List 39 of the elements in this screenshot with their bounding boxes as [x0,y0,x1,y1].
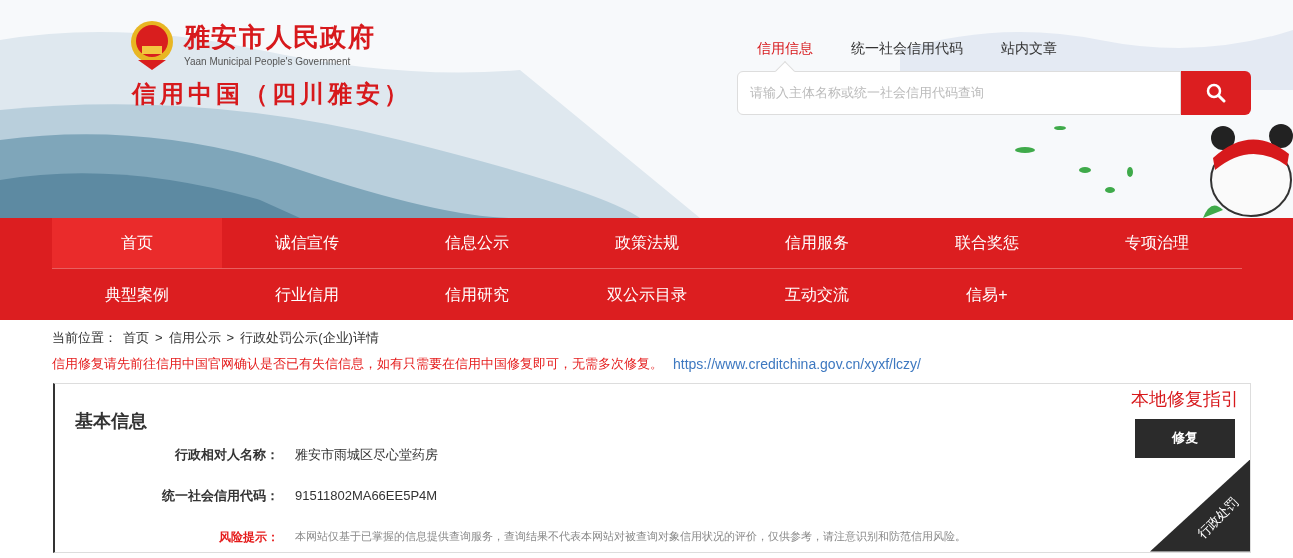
site-subtitle: Yaan Municipal People's Government [184,54,352,69]
breadcrumb-label: 当前位置： [52,329,117,347]
breadcrumb-link[interactable]: 首页 [123,328,149,348]
search-tab[interactable]: 站内文章 [1001,38,1057,71]
repair-button[interactable]: 修复 [1135,418,1235,458]
field-label: 统一社会信用代码： [161,487,279,505]
nav-item[interactable]: 政策法规 [562,218,732,268]
nav-item[interactable]: 诚信宣传 [222,218,392,268]
field-label: 风险提示： [218,528,279,546]
repair-guide-link[interactable]: 本地修复指引 [1131,385,1239,413]
notice-text: 信用修复请先前往信用中国官网确认是否已有失信信息，如有只需要在信用中国修复即可，无需多次修复。 [52,355,663,374]
nav-item[interactable]: 信息公示 [392,218,562,268]
search-icon [1206,83,1226,103]
nav-item[interactable]: 专项治理 [1072,218,1242,268]
search-tab[interactable]: 统一社会信用代码 [851,38,963,71]
card-title: 基本信息 [75,409,148,433]
nav-item[interactable]: 联合奖惩 [902,218,1072,268]
nav-item[interactable]: 双公示目录 [562,269,732,320]
breadcrumb-link[interactable]: 信用公示 [168,328,221,348]
nav-item[interactable]: 信易+ [902,269,1072,320]
nav-item[interactable]: 行业信用 [222,269,392,320]
emblem-icon [128,20,176,72]
nav-item[interactable]: 首页 [52,218,222,268]
nav-item[interactable]: 互动交流 [732,269,902,320]
field-value: 91511802MA66EE5P4M [295,487,438,505]
breadcrumb-link[interactable]: 行政处罚公示(企业)详情 [240,328,379,348]
site-title: 雅安市人民政府 [184,23,376,50]
nav-item[interactable]: 信用服务 [732,218,902,268]
breadcrumb-separator: > [155,329,163,347]
search-button[interactable] [1181,71,1251,115]
ribbon-label: 行政处罚 [1193,492,1243,544]
breadcrumb-separator: > [226,329,235,347]
field-label: 行政相对人名称： [174,445,279,464]
field-value: 雅安市雨城区尽心堂药房 [295,445,438,464]
site-slogan: 信用中国（四川雅安） [132,78,412,110]
field-value: 本网站仅基于已掌握的信息提供查询服务，查询结果不代表本网站对被查询对象信用状况的评价，仅供参考，请注意识别和防范信用风险。 [295,529,966,545]
notice-link[interactable]: https://www.creditchina.gov.cn/xyxf/lczy/ [673,353,921,375]
nav-item[interactable]: 信用研究 [392,269,562,320]
nav-item[interactable]: 典型案例 [52,269,222,320]
